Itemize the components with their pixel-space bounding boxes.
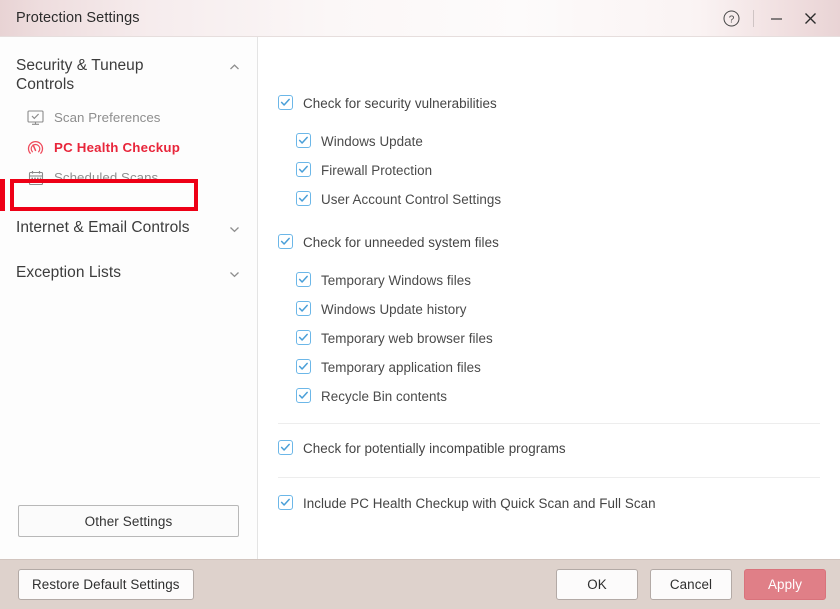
other-settings-button[interactable]: Other Settings xyxy=(18,505,239,537)
checkbox-label: User Account Control Settings xyxy=(321,192,502,207)
gauge-icon xyxy=(26,138,45,157)
checkbox-label: Temporary Windows files xyxy=(321,273,471,288)
protection-settings-window: Protection Settings ? Security & Tuneup … xyxy=(0,0,840,609)
checkbox-row-temporary-web-browser-files[interactable]: Temporary web browser files xyxy=(296,329,820,352)
checkbox-row-incompatible-programs[interactable]: Check for potentially incompatible progr… xyxy=(278,439,820,462)
cancel-button[interactable]: Cancel xyxy=(650,569,732,600)
close-icon[interactable] xyxy=(793,0,827,37)
checkbox-row-uac-settings[interactable]: User Account Control Settings xyxy=(296,190,820,213)
checkbox-checked-icon[interactable] xyxy=(296,359,311,374)
titlebar-divider xyxy=(753,9,754,27)
checkbox-row-windows-update[interactable]: Windows Update xyxy=(296,132,820,155)
sidebar: Security & Tuneup Controls Scan Preferen… xyxy=(0,37,258,559)
checkbox-label: Temporary web browser files xyxy=(321,331,493,346)
checkbox-label: Check for unneeded system files xyxy=(303,235,499,250)
monitor-check-icon xyxy=(26,108,45,127)
checkbox-label: Firewall Protection xyxy=(321,163,433,178)
minimize-icon[interactable] xyxy=(759,0,793,37)
checkbox-row-recycle-bin-contents[interactable]: Recycle Bin contents xyxy=(296,387,820,410)
separator xyxy=(278,423,820,424)
sidebar-item-scheduled-scans[interactable]: Scheduled Scans xyxy=(0,163,257,193)
checkbox-row-security-vulnerabilities[interactable]: Check for security vulnerabilities xyxy=(278,94,820,117)
sidebar-group-internet-email[interactable]: Internet & Email Controls xyxy=(0,211,257,244)
ok-button[interactable]: OK xyxy=(556,569,638,600)
footer-actions: OK Cancel Apply xyxy=(556,569,826,600)
checkbox-row-temporary-windows-files[interactable]: Temporary Windows files xyxy=(296,271,820,294)
sidebar-groups: Security & Tuneup Controls Scan Preferen… xyxy=(0,37,257,505)
window-controls: ? xyxy=(714,0,840,36)
sidebar-group-exception-lists[interactable]: Exception Lists xyxy=(0,256,257,289)
window-body: Security & Tuneup Controls Scan Preferen… xyxy=(0,37,840,559)
separator xyxy=(278,477,820,478)
svg-text:?: ? xyxy=(728,14,734,25)
checkbox-checked-icon[interactable] xyxy=(296,162,311,177)
checkbox-checked-icon[interactable] xyxy=(296,330,311,345)
checkbox-row-windows-update-history[interactable]: Windows Update history xyxy=(296,300,820,323)
checkbox-row-unneeded-system-files[interactable]: Check for unneeded system files xyxy=(278,233,820,256)
checkbox-label: Check for potentially incompatible progr… xyxy=(303,441,566,456)
checkbox-label: Windows Update history xyxy=(321,302,467,317)
checkbox-checked-icon[interactable] xyxy=(278,234,293,249)
checkbox-checked-icon[interactable] xyxy=(296,301,311,316)
checkbox-checked-icon[interactable] xyxy=(296,191,311,206)
footer-bar: Restore Default Settings OK Cancel Apply xyxy=(0,559,840,609)
checkbox-label: Temporary application files xyxy=(321,360,481,375)
checkbox-row-firewall-protection[interactable]: Firewall Protection xyxy=(296,161,820,184)
restore-default-settings-button[interactable]: Restore Default Settings xyxy=(18,569,194,600)
chevron-down-icon[interactable] xyxy=(228,264,241,281)
checkbox-label: Include PC Health Checkup with Quick Sca… xyxy=(303,496,656,511)
checkbox-checked-icon[interactable] xyxy=(296,133,311,148)
checkbox-row-temporary-application-files[interactable]: Temporary application files xyxy=(296,358,820,381)
sidebar-item-label: Scheduled Scans xyxy=(54,170,159,186)
checkbox-label: Recycle Bin contents xyxy=(321,389,448,404)
checkbox-checked-icon[interactable] xyxy=(278,440,293,455)
sidebar-item-pc-health-checkup[interactable]: PC Health Checkup xyxy=(0,133,257,163)
window-title: Protection Settings xyxy=(16,10,140,26)
settings-panel: Check for security vulnerabilities Windo… xyxy=(258,37,840,559)
checkbox-label: Windows Update xyxy=(321,134,423,149)
checkbox-checked-icon[interactable] xyxy=(278,495,293,510)
sidebar-group-label: Internet & Email Controls xyxy=(16,218,190,236)
sidebar-item-scan-preferences[interactable]: Scan Preferences xyxy=(0,103,257,133)
checkbox-row-include-pc-health-checkup[interactable]: Include PC Health Checkup with Quick Sca… xyxy=(278,494,820,517)
chevron-up-icon[interactable] xyxy=(228,57,241,74)
checkbox-checked-icon[interactable] xyxy=(296,388,311,403)
title-bar: Protection Settings ? xyxy=(0,0,840,37)
checkbox-checked-icon[interactable] xyxy=(296,272,311,287)
sidebar-group-items: Scan Preferences PC Health Checkup Sched… xyxy=(0,101,257,199)
sidebar-group-security-tuneup[interactable]: Security & Tuneup Controls xyxy=(0,49,257,101)
sidebar-group-label: Exception Lists xyxy=(16,263,121,281)
chevron-down-icon[interactable] xyxy=(228,219,241,236)
sidebar-item-label: PC Health Checkup xyxy=(54,140,181,156)
other-settings-container: Other Settings xyxy=(0,505,257,559)
sidebar-item-label: Scan Preferences xyxy=(54,110,161,126)
apply-button[interactable]: Apply xyxy=(744,569,826,600)
help-circle-icon[interactable]: ? xyxy=(714,0,748,37)
checkbox-label: Check for security vulnerabilities xyxy=(303,96,497,111)
sidebar-group-label: Security & Tuneup Controls xyxy=(16,57,144,93)
checkbox-checked-icon[interactable] xyxy=(278,95,293,110)
calendar-icon xyxy=(26,168,45,187)
